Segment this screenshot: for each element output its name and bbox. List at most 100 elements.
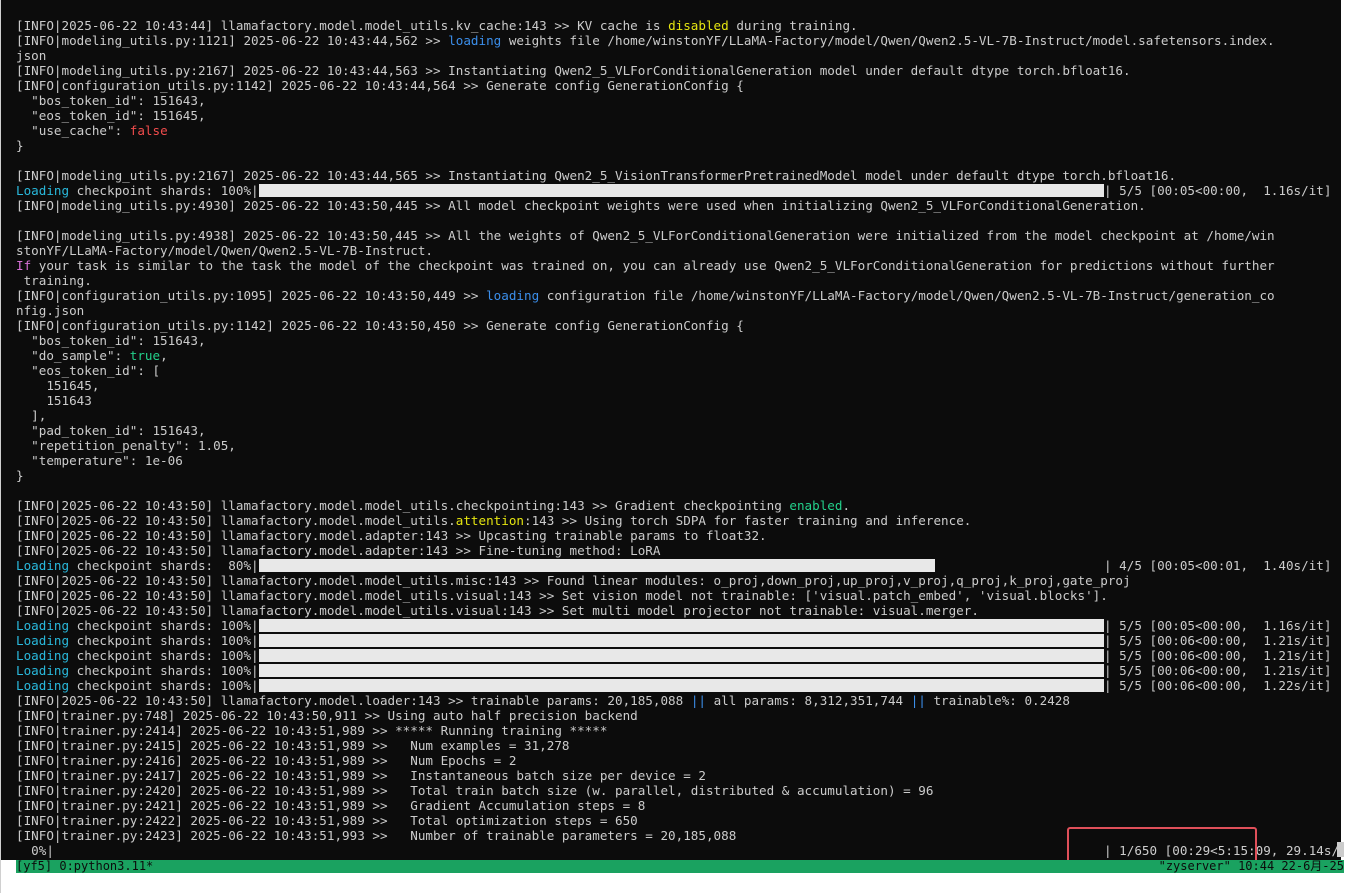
- log-line: [INFO|modeling_utils.py:4930] 2025-06-22…: [16, 198, 1346, 213]
- progress-percent-text: checkpoint shards: 100%|: [69, 183, 259, 198]
- log-line: [INFO|2025-06-22 10:43:50] llamafactory.…: [16, 603, 1346, 618]
- log-line: 151645,: [16, 378, 1346, 393]
- progress-bar-fill: [258, 559, 935, 572]
- log-text-segment: ],: [16, 408, 47, 423]
- log-text-segment: :143 >> Using torch SDPA for faster trai…: [524, 513, 972, 528]
- log-text-segment: 151645,: [16, 378, 100, 393]
- log-text-segment: [INFO|trainer.py:2420] 2025-06-22 10:43:…: [16, 783, 934, 798]
- log-text-segment: "eos_token_id": [: [16, 363, 161, 378]
- log-text-segment: disabled: [668, 18, 729, 33]
- progress-bar-fill: [258, 634, 1104, 647]
- log-text-segment: [INFO|2025-06-22 10:43:50] llamafactory.…: [16, 513, 456, 528]
- log-text-segment: attention: [455, 513, 525, 528]
- log-text-segment: [INFO|trainer.py:2423] 2025-06-22 10:43:…: [16, 828, 737, 843]
- progress-stats: | 5/5 [00:06<00:00, 1.22s/it]: [1104, 678, 1332, 693]
- log-line: [INFO|configuration_utils.py:1142] 2025-…: [16, 78, 1346, 93]
- log-text-segment: "bos_token_id": 151643,: [16, 93, 206, 108]
- log-text-segment: [INFO|2025-06-22 10:43:44] llamafactory.…: [16, 18, 669, 33]
- log-text-segment: [INFO|2025-06-22 10:43:50] llamafactory.…: [16, 573, 1131, 588]
- progress-bar-line: Loading checkpoint shards: 80%| | 4/5 [00…: [16, 558, 1346, 573]
- log-line: stonYF/LLaMA-Factory/model/Qwen/Qwen2.5-…: [16, 243, 1346, 258]
- log-line: [INFO|modeling_utils.py:4938] 2025-06-22…: [16, 228, 1346, 243]
- log-line: 151643: [16, 393, 1346, 408]
- log-text-segment: [INFO|modeling_utils.py:4938] 2025-06-22…: [16, 228, 1275, 243]
- log-text-segment: [INFO|modeling_utils.py:4930] 2025-06-22…: [16, 198, 1146, 213]
- log-line: training.: [16, 273, 1346, 288]
- progress-stats: | 5/5 [00:05<00:00, 1.16s/it]: [1104, 183, 1332, 198]
- log-line: [INFO|trainer.py:2416] 2025-06-22 10:43:…: [16, 753, 1346, 768]
- log-text-segment: "bos_token_id": 151643,: [16, 333, 206, 348]
- log-text-segment: "repetition_penalty": 1.05,: [16, 438, 236, 453]
- log-line: [INFO|modeling_utils.py:2167] 2025-06-22…: [16, 168, 1346, 183]
- scrollbar-track[interactable]: [1341, 0, 1349, 860]
- log-text-segment: }: [16, 138, 24, 153]
- log-line: [INFO|2025-06-22 10:43:50] llamafactory.…: [16, 513, 1346, 528]
- progress-percent-text: checkpoint shards: 100%|: [69, 618, 259, 633]
- status-bar-session[interactable]: [yf5] 0:python3.11*: [16, 860, 153, 873]
- progress-percent-text: checkpoint shards: 80%|: [69, 558, 259, 573]
- log-text-segment: "eos_token_id": 151645,: [16, 108, 206, 123]
- progress-bar-line: Loading checkpoint shards: 100%| | 5/5 [0…: [16, 633, 1346, 648]
- progress-bar-line: Loading checkpoint shards: 100%| | 5/5 [0…: [16, 678, 1346, 693]
- log-line: [INFO|2025-06-22 10:43:50] llamafactory.…: [16, 693, 1346, 708]
- log-line: [INFO|trainer.py:2420] 2025-06-22 10:43:…: [16, 783, 1346, 798]
- log-line: [INFO|2025-06-22 10:43:50] llamafactory.…: [16, 543, 1346, 558]
- progress-stats: | 4/5 [00:05<00:01, 1.40s/it]: [1104, 558, 1332, 573]
- log-text-segment: all params: 8,312,351,744: [705, 693, 911, 708]
- log-text-segment: [INFO|2025-06-22 10:43:50] llamafactory.…: [16, 693, 691, 708]
- progress-bar-fill: [258, 184, 1104, 197]
- progress-bar-line: Loading checkpoint shards: 100%| | 5/5 [0…: [16, 663, 1346, 678]
- log-text-segment: enabled: [789, 498, 843, 513]
- log-line: [INFO|2025-06-22 10:43:44] llamafactory.…: [16, 18, 1346, 33]
- log-text-segment: "do_sample":: [16, 348, 130, 363]
- log-text-segment: your task is similar to the task the mod…: [31, 258, 1275, 273]
- progress-label: Loading: [16, 183, 70, 198]
- log-line: json: [16, 48, 1346, 63]
- log-line: "temperature": 1e-06: [16, 453, 1346, 468]
- log-line: [INFO|trainer.py:2415] 2025-06-22 10:43:…: [16, 738, 1346, 753]
- log-text-segment: nfig.json: [16, 303, 85, 318]
- log-line: "use_cache": false: [16, 123, 1346, 138]
- log-text-segment: [INFO|configuration_utils.py:1142] 2025-…: [16, 318, 744, 333]
- progress-percent-text: checkpoint shards: 100%|: [69, 633, 259, 648]
- log-line: "do_sample": true,: [16, 348, 1346, 363]
- log-text-segment: [INFO|2025-06-22 10:43:50] llamafactory.…: [16, 498, 790, 513]
- tmux-status-bar: [yf5] 0:python3.11* "zyserver" 10:44 22-…: [16, 860, 1344, 873]
- log-text-segment: "pad_token_id": 151643,: [16, 423, 206, 438]
- log-text-segment: [INFO|2025-06-22 10:43:50] llamafactory.…: [16, 588, 1108, 603]
- terminal-window[interactable]: [INFO|2025-06-22 10:43:44] llamafactory.…: [0, 0, 1349, 893]
- status-bar-host-time: "zyserver" 10:44 22-6月-25: [1158, 860, 1344, 873]
- log-line: [INFO|2025-06-22 10:43:50] llamafactory.…: [16, 528, 1346, 543]
- log-text-segment: [INFO|trainer.py:748] 2025-06-22 10:43:5…: [16, 708, 638, 723]
- log-line: }: [16, 468, 1346, 483]
- progress-stats: | 5/5 [00:06<00:00, 1.21s/it]: [1104, 633, 1332, 648]
- terminal-output-area[interactable]: [INFO|2025-06-22 10:43:44] llamafactory.…: [1, 0, 1346, 860]
- log-text-segment: [INFO|trainer.py:2415] 2025-06-22 10:43:…: [16, 738, 570, 753]
- log-line: "pad_token_id": 151643,: [16, 423, 1346, 438]
- log-line: "eos_token_id": 151645,: [16, 108, 1346, 123]
- log-text-segment: [INFO|trainer.py:2421] 2025-06-22 10:43:…: [16, 798, 646, 813]
- log-text-segment: "use_cache":: [16, 123, 130, 138]
- log-line: nfig.json: [16, 303, 1346, 318]
- log-text-segment: json: [16, 48, 47, 63]
- log-line: [INFO|configuration_utils.py:1142] 2025-…: [16, 318, 1346, 333]
- log-text-segment: training.: [16, 273, 92, 288]
- log-text-segment: [INFO|trainer.py:2417] 2025-06-22 10:43:…: [16, 768, 706, 783]
- progress-percent-text: checkpoint shards: 100%|: [69, 678, 259, 693]
- log-text-segment: [INFO|2025-06-22 10:43:50] llamafactory.…: [16, 528, 767, 543]
- log-text-segment: [INFO|modeling_utils.py:2167] 2025-06-22…: [16, 168, 1177, 183]
- log-text-segment: loading: [486, 288, 540, 303]
- log-text-segment: ||: [690, 693, 706, 708]
- progress-stats: | 5/5 [00:05<00:00, 1.16s/it]: [1104, 618, 1332, 633]
- log-text-segment: [INFO|configuration_utils.py:1142] 2025-…: [16, 78, 744, 93]
- progress-percent-text: 0%|: [16, 843, 54, 858]
- progress-percent-text: checkpoint shards: 100%|: [69, 663, 259, 678]
- log-text-segment: [INFO|modeling_utils.py:2167] 2025-06-22…: [16, 63, 1131, 78]
- log-text-segment: [INFO|trainer.py:2414] 2025-06-22 10:43:…: [16, 723, 608, 738]
- log-line: "bos_token_id": 151643,: [16, 333, 1346, 348]
- progress-label: Loading: [16, 648, 70, 663]
- log-line: [INFO|2025-06-22 10:43:50] llamafactory.…: [16, 588, 1346, 603]
- log-line: "repetition_penalty": 1.05,: [16, 438, 1346, 453]
